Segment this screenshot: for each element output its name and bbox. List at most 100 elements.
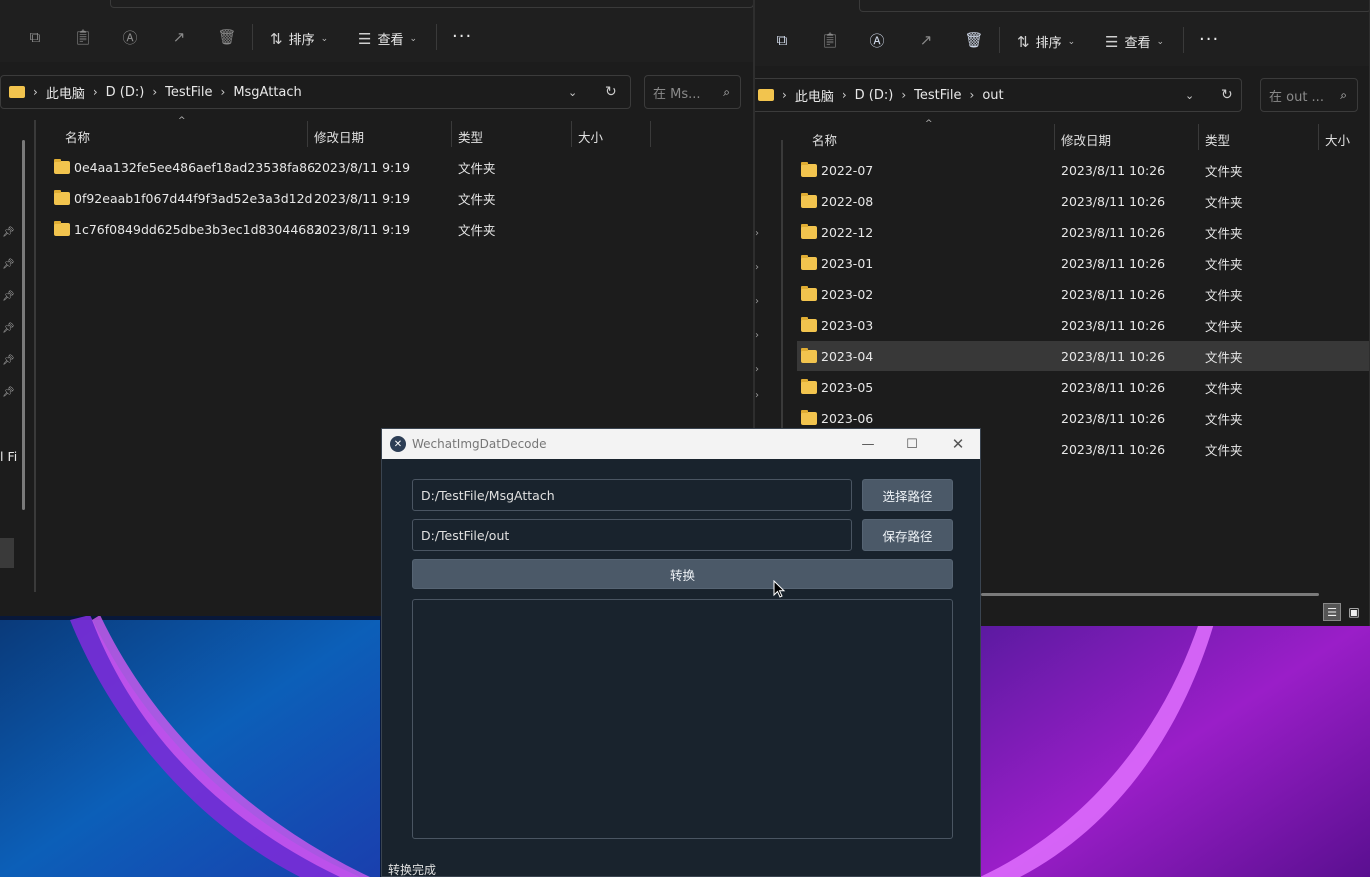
folder-icon [758, 89, 774, 101]
delete-icon[interactable]: 🗑︎ [963, 29, 985, 51]
paste-icon[interactable]: 📋︎ [819, 29, 841, 51]
pane-divider[interactable] [34, 120, 36, 592]
horizontal-scrollbar[interactable] [981, 593, 1319, 596]
column-header-size[interactable]: 大小 [578, 127, 603, 146]
output-path-input[interactable]: D:/TestFile/out [412, 519, 852, 551]
chevron-down-icon: ⌄ [320, 33, 329, 44]
maximize-icon[interactable]: ☐ [902, 435, 922, 453]
breadcrumb-item[interactable]: TestFile [914, 88, 961, 103]
close-icon[interactable]: ✕ [948, 435, 968, 453]
view-button[interactable]: ☰ 查看 ⌄ [358, 29, 417, 49]
column-header-name[interactable]: 名称 [812, 130, 837, 149]
pin-icon: 📌︎ [2, 323, 15, 334]
breadcrumb-item[interactable]: TestFile [165, 85, 212, 100]
column-divider[interactable] [1198, 124, 1199, 150]
column-header-modified[interactable]: 修改日期 [314, 127, 364, 146]
address-bar[interactable]: › 此电脑 › D (D:) › TestFile › out [755, 78, 1242, 112]
chevron-right-icon: › [782, 88, 787, 102]
rename-icon[interactable]: Ⓐ [866, 29, 888, 51]
column-divider[interactable] [571, 121, 572, 147]
rename-icon[interactable]: Ⓐ [119, 26, 141, 48]
sidebar-scrollbar[interactable] [22, 140, 25, 510]
search-input[interactable]: 在 Ms... ⌕ [644, 75, 741, 109]
view-button[interactable]: ☰ 查看 ⌄ [1105, 32, 1164, 52]
refresh-icon[interactable]: ↻ [605, 84, 617, 100]
file-row[interactable]: 2023-03 2023/8/11 10:26 文件夹 [797, 310, 1369, 340]
file-type: 文件夹 [1205, 411, 1243, 427]
file-row[interactable]: 1c76f0849dd625dbe3b3ec1d83044683 2023/8/… [50, 214, 650, 244]
column-divider[interactable] [307, 121, 308, 147]
sidebar-item-label[interactable]: l Fi [0, 449, 17, 464]
file-modified: 2023/8/11 10:26 [1061, 348, 1166, 364]
chevron-right-icon[interactable]: › [755, 330, 759, 341]
search-input[interactable]: 在 out ... ⌕ [1260, 78, 1358, 112]
column-divider[interactable] [1054, 124, 1055, 150]
convert-button[interactable]: 转换 [412, 559, 953, 589]
chevron-right-icon[interactable]: › [755, 390, 759, 401]
details-view-icon[interactable]: ☰ [1323, 603, 1341, 621]
history-dropdown-icon[interactable]: ⌄ [568, 86, 577, 99]
more-options-button[interactable]: ··· [1199, 29, 1219, 50]
file-row[interactable]: 2022-07 2023/8/11 10:26 文件夹 [797, 155, 1369, 185]
column-header-size[interactable]: 大小 [1325, 130, 1350, 149]
breadcrumb-item[interactable]: D (D:) [855, 88, 894, 103]
share-icon[interactable]: ↗ [168, 26, 190, 48]
column-divider[interactable] [650, 121, 651, 147]
file-row[interactable]: 2023-01 2023/8/11 10:26 文件夹 [797, 248, 1369, 278]
column-header-modified[interactable]: 修改日期 [1061, 130, 1111, 149]
chevron-right-icon: › [92, 85, 98, 99]
chevron-right-icon[interactable]: › [755, 228, 759, 239]
file-row[interactable]: 0e4aa132fe5ee486aef18ad23538fa86 2023/8/… [50, 152, 650, 182]
folder-icon [54, 189, 70, 205]
share-icon[interactable]: ↗ [915, 29, 937, 51]
choose-path-button[interactable]: 选择路径 [862, 479, 953, 511]
folder-icon [801, 192, 817, 208]
sidebar-selected-item[interactable] [0, 538, 14, 568]
paste-icon[interactable]: 📋︎ [72, 26, 94, 48]
file-row[interactable]: 0f92eaab1f067d44f9f3ad52e3a3d12d 2023/8/… [50, 183, 650, 213]
file-name: 2023-02 [801, 285, 873, 302]
breadcrumb-item[interactable]: 此电脑 [795, 86, 834, 105]
more-options-button[interactable]: ··· [452, 26, 472, 47]
breadcrumb-item[interactable]: D (D:) [106, 85, 145, 100]
address-bar[interactable]: › 此电脑 › D (D:) › TestFile › MsgAttach [0, 75, 631, 109]
copy-icon[interactable]: ⧉ [771, 29, 793, 51]
file-row[interactable]: 2022-08 2023/8/11 10:26 文件夹 [797, 186, 1369, 216]
sort-button[interactable]: ⇅ 排序 ⌄ [1017, 32, 1075, 52]
column-header-type[interactable]: 类型 [458, 127, 483, 146]
chevron-right-icon[interactable]: › [755, 296, 759, 307]
tiles-view-icon[interactable]: ▣ [1345, 603, 1363, 621]
log-output-area[interactable] [412, 599, 953, 839]
folder-icon [801, 161, 817, 177]
delete-icon[interactable]: 🗑︎ [216, 26, 238, 48]
breadcrumb-item[interactable]: MsgAttach [233, 85, 301, 100]
app-logo-icon: ✕ [390, 436, 406, 452]
minimize-icon[interactable]: — [858, 435, 878, 453]
refresh-icon[interactable]: ↻ [1221, 87, 1233, 103]
column-header-name[interactable]: 名称 [65, 127, 90, 146]
chevron-right-icon: › [901, 88, 907, 102]
column-divider[interactable] [451, 121, 452, 147]
file-row[interactable]: 2023-02 2023/8/11 10:26 文件夹 [797, 279, 1369, 309]
breadcrumb-item[interactable]: out [982, 88, 1003, 103]
history-dropdown-icon[interactable]: ⌄ [1185, 89, 1194, 102]
chevron-right-icon[interactable]: › [755, 262, 759, 273]
file-modified: 2023/8/11 9:19 [314, 190, 411, 206]
column-divider[interactable] [1318, 124, 1319, 150]
save-path-button[interactable]: 保存路径 [862, 519, 953, 551]
file-name-text: 1c76f0849dd625dbe3b3ec1d83044683 [74, 221, 323, 237]
copy-icon[interactable]: ⧉ [24, 26, 46, 48]
breadcrumb-item[interactable]: 此电脑 [46, 83, 85, 102]
view-icon: ☰ [1105, 32, 1119, 51]
file-row[interactable]: 2022-12 2023/8/11 10:26 文件夹 [797, 217, 1369, 247]
sort-ascending-icon: ^ [178, 116, 186, 126]
app-titlebar[interactable]: ✕ WechatImgDatDecode — ☐ ✕ [382, 429, 980, 459]
file-row-selected[interactable]: 2023-04 2023/8/11 10:26 文件夹 [797, 341, 1369, 371]
column-header-type[interactable]: 类型 [1205, 130, 1230, 149]
file-name-text: 2023-03 [821, 317, 874, 333]
file-row[interactable]: 2023-05 2023/8/11 10:26 文件夹 [797, 372, 1369, 402]
file-modified: 2023/8/11 9:19 [314, 221, 411, 237]
sort-button[interactable]: ⇅ 排序 ⌄ [270, 29, 329, 49]
source-path-input[interactable]: D:/TestFile/MsgAttach [412, 479, 852, 511]
chevron-right-icon[interactable]: › [755, 364, 759, 375]
